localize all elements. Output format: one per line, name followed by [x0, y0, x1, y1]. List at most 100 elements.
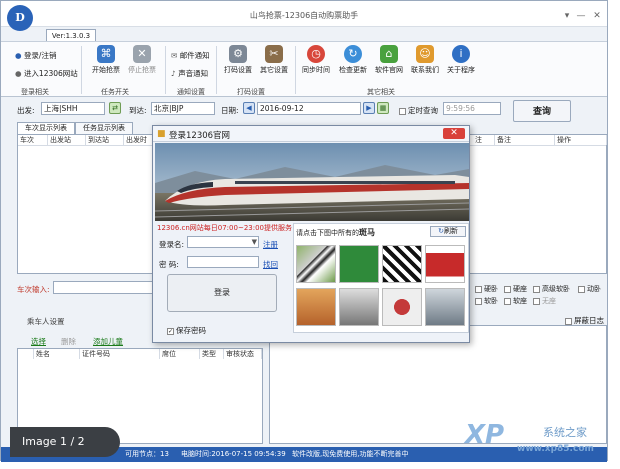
login-icon: ●: [15, 51, 22, 60]
login-logout-label: 登录/注销: [23, 51, 57, 60]
captcha-refresh-button[interactable]: ↻刷新: [430, 226, 466, 237]
ribbon-divider: [295, 46, 296, 94]
service-hours-notice: 12306.cn网站每日07:00~23:00提供服务: [157, 224, 292, 232]
sound-notify-button[interactable]: ♪ 声音通知: [171, 68, 208, 79]
captcha-image[interactable]: [425, 288, 465, 326]
checkbox-icon: [504, 285, 511, 293]
train-input-field[interactable]: [53, 281, 153, 294]
minimize-icon[interactable]: —: [575, 11, 587, 21]
column-header[interactable]: 证件号码: [80, 349, 160, 359]
captcha-panel: 请点击下图中所有的斑马 ↻刷新: [293, 223, 469, 333]
captcha-image[interactable]: [382, 245, 422, 283]
contact-button[interactable]: ☺ 联系我们: [406, 45, 444, 75]
mail-notify-label: 邮件通知: [179, 51, 210, 60]
captcha-target: 斑马: [359, 227, 375, 237]
column-header[interactable]: 备注: [495, 135, 555, 145]
mail-notify-button[interactable]: ✉ 邮件通知: [171, 50, 210, 61]
captcha-image[interactable]: [296, 245, 336, 283]
available-nodes: 可用节点：13: [125, 450, 169, 458]
enter-site-button[interactable]: ● 进入12306网站: [15, 68, 78, 79]
network-icon: ⌘: [97, 45, 115, 63]
seat-option[interactable]: 软卧: [475, 296, 498, 306]
other-settings-button[interactable]: ✂ 其它设置: [255, 45, 293, 75]
column-header[interactable]: 出发时: [124, 135, 154, 145]
seat-option[interactable]: 无座: [533, 296, 556, 306]
column-header[interactable]: 注: [473, 135, 495, 145]
checkbox-icon: [475, 285, 482, 293]
stop-grab-label: 停止抢票: [128, 66, 156, 74]
seat-option[interactable]: 硬卧: [475, 284, 498, 294]
retrieve-password-link[interactable]: 找回: [263, 259, 278, 270]
login-logout-button[interactable]: ● 登录/注销: [15, 50, 56, 61]
checkbox-icon: [578, 285, 585, 293]
group-task-label: 任务开关: [101, 88, 129, 96]
close-icon[interactable]: ✕: [443, 128, 465, 139]
username-input[interactable]: ▼: [187, 236, 259, 248]
about-button[interactable]: i 关于程序: [442, 45, 480, 75]
column-header[interactable]: 类型: [200, 349, 224, 359]
captcha-image[interactable]: [425, 245, 465, 283]
seat-option-label: 软座: [513, 297, 527, 305]
login-dialog: ■ 登录12306官网 ✕ 12306.cn网站每日07:00~23:00提供服…: [152, 125, 470, 343]
other-settings-label: 其它设置: [260, 66, 288, 74]
captcha-image[interactable]: [296, 288, 336, 326]
ribbon-toolbar: ● 登录/注销 ● 进入12306网站 登录相关 ⌘ 开始抢票 ✕ 停止抢票 任务开…: [1, 41, 607, 97]
column-header[interactable]: 审核状态: [224, 349, 262, 359]
tab-task-list[interactable]: 任务显示列表: [75, 122, 133, 134]
add-child-link[interactable]: 添加儿童: [93, 336, 123, 347]
start-grab-label: 开始抢票: [92, 66, 120, 74]
refresh-icon: ↻: [344, 45, 362, 63]
captcha-image[interactable]: [382, 288, 422, 326]
captcha-image[interactable]: [339, 288, 379, 326]
seat-option[interactable]: 软座: [504, 296, 527, 306]
watermark: XP 系统之家 www.xp85.com: [465, 418, 615, 458]
swap-stations-icon[interactable]: ⇄: [109, 102, 121, 114]
column-header[interactable]: 操作: [555, 135, 607, 145]
column-header[interactable]: 到达站: [86, 135, 124, 145]
start-grab-button[interactable]: ⌘ 开始抢票: [87, 45, 125, 75]
query-button[interactable]: 查询: [513, 100, 571, 122]
register-link[interactable]: 注册: [263, 239, 278, 250]
timed-query-input[interactable]: 9:59:56: [443, 102, 501, 115]
timed-query-checkbox[interactable]: 定时查询: [399, 105, 438, 116]
calendar-icon[interactable]: ▦: [377, 102, 389, 114]
remember-password-checkbox[interactable]: ✓ 保存密码: [167, 325, 206, 336]
date-input[interactable]: 2016-09-12: [257, 102, 361, 115]
check-update-button[interactable]: ↻ 检查更新: [334, 45, 372, 75]
column-header[interactable]: 姓名: [34, 349, 80, 359]
delete-passenger-link[interactable]: 删除: [61, 336, 76, 347]
stop-grab-button[interactable]: ✕ 停止抢票: [123, 45, 161, 75]
software-site-button[interactable]: ⌂ 软件官网: [370, 45, 408, 75]
refresh-label: 刷新: [443, 227, 458, 235]
captcha-prompt: 请点击下图中所有的斑马: [296, 227, 375, 238]
train-input-label: 车次输入:: [17, 285, 50, 294]
watermark-text: 系统之家: [543, 426, 587, 439]
tab-train-list[interactable]: 车次显示列表: [17, 122, 75, 134]
checkbox-icon: [565, 317, 572, 325]
captcha-image[interactable]: [339, 245, 379, 283]
prev-date-icon[interactable]: ◀: [243, 102, 255, 114]
from-station-input[interactable]: 上海|SHH: [41, 102, 105, 115]
settings-icon[interactable]: ▾: [561, 11, 573, 21]
column-header[interactable]: 车次: [18, 135, 48, 145]
enter-site-label: 进入12306网站: [23, 69, 78, 78]
to-station-input[interactable]: 北京|BJP: [151, 102, 215, 115]
checkbox-icon: [399, 107, 406, 115]
to-label: 到达:: [129, 106, 147, 115]
chevron-down-icon[interactable]: ▼: [252, 237, 257, 248]
column-header[interactable]: 出发站: [48, 135, 86, 145]
seat-option[interactable]: 硬座: [504, 284, 527, 294]
select-passenger-link[interactable]: 选择: [31, 336, 46, 347]
next-date-icon[interactable]: ▶: [363, 102, 375, 114]
column-header[interactable]: 席位: [160, 349, 200, 359]
checkbox-icon: [475, 297, 482, 305]
password-input[interactable]: [187, 256, 259, 268]
seat-option[interactable]: 高级软卧: [533, 284, 570, 294]
seat-option[interactable]: 动卧: [578, 284, 601, 294]
sync-time-button[interactable]: ◷ 同步时间: [297, 45, 335, 75]
print-settings-button[interactable]: ⚙ 打码设置: [219, 45, 257, 75]
info-icon: i: [452, 45, 470, 63]
checkbox-icon: [504, 297, 511, 305]
close-icon[interactable]: ✕: [591, 11, 603, 21]
login-button[interactable]: 登录: [167, 274, 277, 312]
